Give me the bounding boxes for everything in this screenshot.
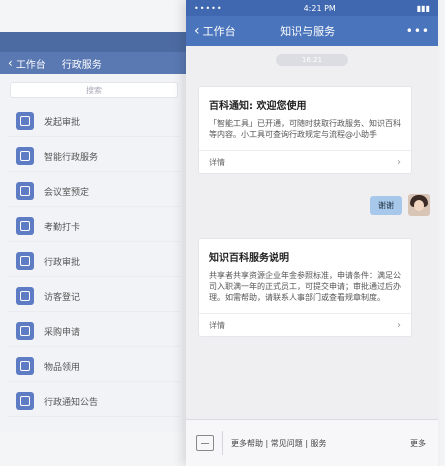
- card-details-link[interactable]: 详情: [209, 157, 225, 168]
- card-body: 共享者共享资源企业年金参照标准，申请条件：满足公司入职满一年的正式员工，可提交申…: [209, 271, 401, 302]
- app-icon: [16, 182, 34, 200]
- list-item-label: 行政通知公告: [44, 397, 99, 408]
- outgoing-message: 谢谢: [370, 194, 430, 216]
- back-app-list: 发起审批 智能行政服务 会议室预定 考勤打卡 行政审批 访客登记 采购申请 物品…: [0, 104, 188, 417]
- list-item[interactable]: 会议室预定: [8, 176, 180, 207]
- chevron-right-icon: ›: [397, 156, 401, 168]
- back-nav-back-label[interactable]: 工作台: [16, 56, 46, 71]
- front-phone-screen: ••••• 4:21 PM ▮▮▮ ‹ 工作台 知识与服务 ••• 16:21 …: [186, 0, 438, 466]
- card-title: 知识百科服务说明: [209, 253, 289, 264]
- chat-nav-bar: ‹ 工作台 知识与服务 •••: [186, 16, 438, 46]
- back-search-wrap: 搜索: [0, 74, 188, 104]
- back-status-bar: [0, 32, 188, 52]
- status-bar: ••••• 4:21 PM ▮▮▮: [186, 0, 438, 16]
- back-chevron-icon[interactable]: ‹: [8, 56, 13, 70]
- card-details-link[interactable]: 详情: [209, 320, 225, 331]
- app-icon: [16, 357, 34, 375]
- back-chevron-icon[interactable]: ‹: [194, 23, 200, 39]
- chat-bottom-bar: 更多帮助 | 常见问题 | 服务 更多: [186, 419, 438, 466]
- list-item[interactable]: 行政通知公告: [8, 386, 180, 417]
- bottom-more-button[interactable]: 更多: [410, 438, 426, 449]
- bottom-menu[interactable]: 更多帮助 | 常见问题 | 服务: [231, 438, 410, 449]
- back-phone-screen: ‹ 工作台 行政服务 搜索 发起审批 智能行政服务 会议室预定 考勤打卡 行政审…: [0, 32, 188, 432]
- back-search-input[interactable]: 搜索: [10, 82, 178, 98]
- list-item-label: 发起审批: [44, 117, 81, 128]
- app-icon: [16, 322, 34, 340]
- card-footer[interactable]: 详情 ›: [199, 313, 411, 336]
- app-icon: [16, 392, 34, 410]
- message-bubble[interactable]: 谢谢: [370, 195, 402, 215]
- nav-back-label[interactable]: 工作台: [203, 23, 236, 39]
- card-body: 「智能工具」已开通，可随时获取行政服务、知识百科等内容。小工具可查询行政规定与流…: [209, 119, 401, 139]
- card-title: 百科通知: 欢迎您使用: [209, 101, 307, 112]
- list-item-label: 行政审批: [44, 257, 81, 268]
- message-card[interactable]: 知识百科服务说明 共享者共享资源企业年金参照标准，申请条件：满足公司入职满一年的…: [198, 238, 412, 337]
- list-item[interactable]: 发起审批: [8, 106, 180, 137]
- list-item-label: 访客登记: [44, 292, 81, 303]
- chat-title: 知识与服务: [280, 25, 336, 38]
- app-icon: [16, 252, 34, 270]
- status-time: 4:21 PM: [303, 3, 336, 13]
- list-item[interactable]: 访客登记: [8, 281, 180, 312]
- list-item-label: 会议室预定: [44, 187, 90, 198]
- signal-indicator: •••••: [194, 3, 223, 13]
- list-item-label: 采购申请: [44, 327, 81, 338]
- divider: [222, 431, 223, 455]
- chevron-right-icon: ›: [397, 319, 401, 331]
- message-card[interactable]: 百科通知: 欢迎您使用 「智能工具」已开通，可随时获取行政服务、知识百科等内容。…: [198, 86, 412, 174]
- keyboard-icon[interactable]: [196, 435, 214, 451]
- card-footer[interactable]: 详情 ›: [199, 150, 411, 173]
- app-icon: [16, 112, 34, 130]
- list-item[interactable]: 物品领用: [8, 351, 180, 382]
- back-nav-title: 行政服务: [61, 59, 102, 71]
- list-item[interactable]: 采购申请: [8, 316, 180, 347]
- list-item-label: 智能行政服务: [44, 152, 99, 163]
- list-item-label: 考勤打卡: [44, 222, 81, 233]
- message-timestamp: 16:21: [276, 54, 348, 66]
- list-item[interactable]: 智能行政服务: [8, 141, 180, 172]
- app-icon: [16, 147, 34, 165]
- list-item[interactable]: 行政审批: [8, 246, 180, 277]
- battery-icon: ▮▮▮: [416, 3, 430, 13]
- list-item-label: 物品领用: [44, 362, 81, 373]
- more-menu-icon[interactable]: •••: [406, 24, 430, 38]
- app-icon: [16, 217, 34, 235]
- list-item[interactable]: 考勤打卡: [8, 211, 180, 242]
- app-icon: [16, 287, 34, 305]
- avatar[interactable]: [408, 194, 430, 216]
- back-nav-bar: ‹ 工作台 行政服务: [0, 52, 188, 74]
